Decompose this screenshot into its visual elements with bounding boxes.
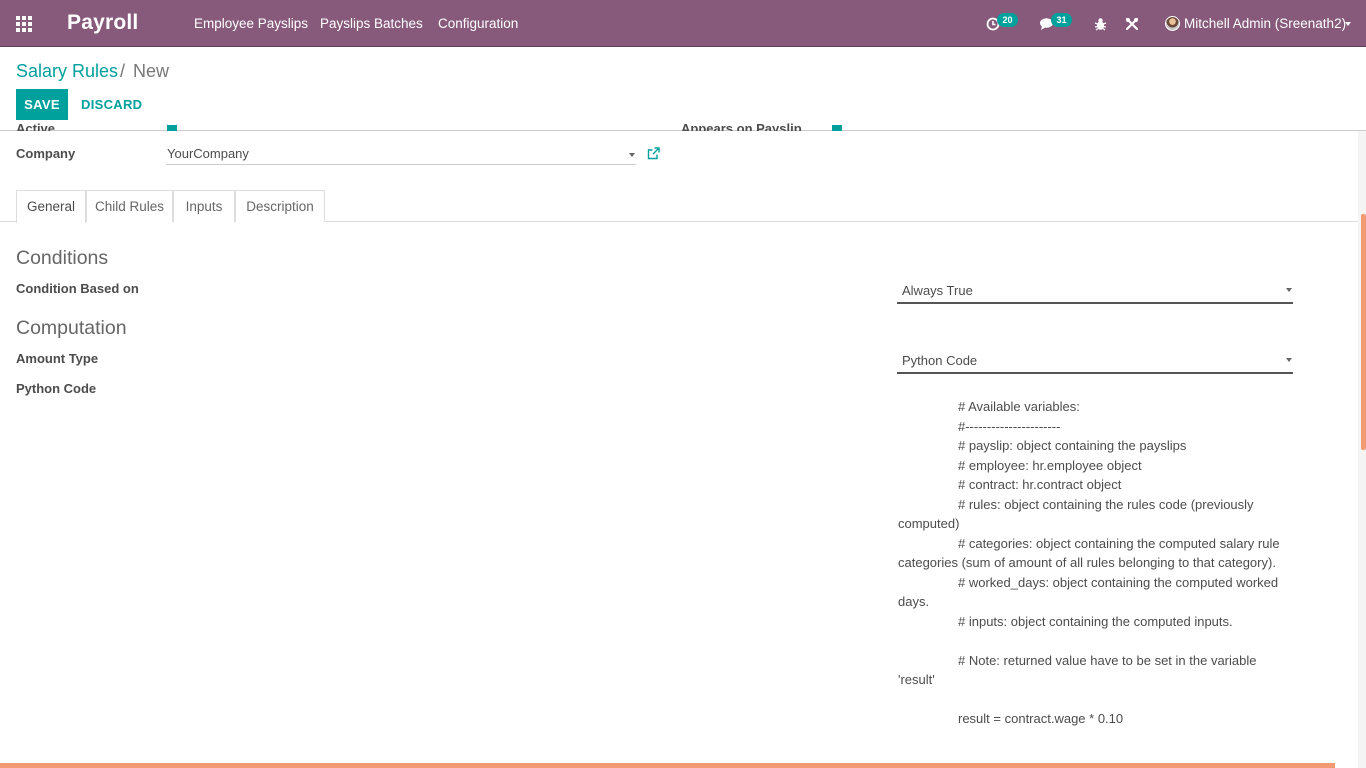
horizontal-scrollbar[interactable] xyxy=(0,763,1335,768)
amount-type-value: Python Code xyxy=(902,353,978,368)
code-line: #---------------------- xyxy=(958,418,1061,434)
code-line: # employee: hr.employee object xyxy=(958,457,1142,473)
tab-description[interactable]: Description xyxy=(235,190,325,222)
form-tabs: General Child Rules Inputs Description xyxy=(0,190,1366,223)
tools-cross-icon[interactable] xyxy=(1125,17,1139,31)
active-label: Active xyxy=(16,122,56,131)
apps-grid-icon[interactable] xyxy=(16,16,34,32)
code-line: # worked_days: object containing the com… xyxy=(898,574,1279,610)
condition-dropdown-caret-icon[interactable] xyxy=(1286,288,1292,292)
activity-count-badge: 20 xyxy=(997,13,1018,27)
discard-button[interactable]: DISCARD xyxy=(81,97,142,112)
amount-type-dropdown-caret-icon[interactable] xyxy=(1286,358,1292,362)
control-panel: Salary Rules / New SAVE DISCARD xyxy=(0,47,1366,131)
appears-on-payslip-checkbox[interactable] xyxy=(832,125,842,131)
top-navbar: Payroll Employee Payslips Payslips Batch… xyxy=(0,0,1366,47)
code-line: # contract: hr.contract object xyxy=(958,477,1122,492)
active-checkbox[interactable] xyxy=(167,125,177,131)
breadcrumb-current: New xyxy=(133,61,170,81)
python-code-editor[interactable]: # Available variables: #----------------… xyxy=(898,397,1294,729)
company-field[interactable]: YourCompany xyxy=(166,144,636,165)
company-label: Company xyxy=(16,146,76,161)
code-line: # categories: object containing the comp… xyxy=(898,535,1280,571)
company-value: YourCompany xyxy=(167,146,249,161)
code-line: # rules: object containing the rules cod… xyxy=(898,496,1254,532)
menu-configuration[interactable]: Configuration xyxy=(438,16,518,31)
computation-title: Computation xyxy=(16,317,127,339)
condition-based-on-label: Condition Based on xyxy=(16,281,139,296)
app-title[interactable]: Payroll xyxy=(67,11,138,35)
code-line: result = contract.wage * 0.10 xyxy=(958,711,1124,726)
tab-child-rules[interactable]: Child Rules xyxy=(86,190,173,222)
amount-type-select[interactable]: Python Code xyxy=(897,350,1293,374)
python-code-label: Python Code xyxy=(16,381,97,396)
amount-type-label: Amount Type xyxy=(16,351,99,366)
menu-employee-payslips[interactable]: Employee Payslips xyxy=(194,16,308,31)
external-link-icon[interactable] xyxy=(647,147,660,160)
conditions-title: Conditions xyxy=(16,247,109,269)
code-line: # inputs: object containing the computed… xyxy=(958,613,1233,629)
messages-count-badge: 31 xyxy=(1051,13,1072,27)
company-dropdown-caret-icon[interactable] xyxy=(629,153,635,157)
scrollbar-thumb[interactable] xyxy=(1361,214,1366,450)
appears-on-payslip-label: Appears on Payslip xyxy=(681,122,802,131)
breadcrumb-salary-rules[interactable]: Salary Rules xyxy=(16,61,118,82)
breadcrumb-separator: / xyxy=(120,61,126,81)
code-line: # Note: returned value have to be set in… xyxy=(898,652,1257,688)
user-menu-caret-icon[interactable] xyxy=(1345,22,1351,26)
condition-based-on-select[interactable]: Always True xyxy=(897,280,1293,304)
user-menu-name[interactable]: Mitchell Admin (Sreenath2) xyxy=(1184,16,1346,31)
debug-bug-icon[interactable] xyxy=(1094,17,1107,31)
user-avatar[interactable] xyxy=(1165,16,1180,31)
menu-payslips-batches[interactable]: Payslips Batches xyxy=(320,16,423,31)
condition-based-on-value: Always True xyxy=(902,283,973,298)
code-line: # payslip: object containing the payslip… xyxy=(958,438,1187,453)
tab-inputs[interactable]: Inputs xyxy=(173,190,235,222)
code-line: # Available variables: xyxy=(958,399,1080,414)
save-button[interactable]: SAVE xyxy=(16,89,68,120)
tab-general[interactable]: General xyxy=(16,190,86,223)
